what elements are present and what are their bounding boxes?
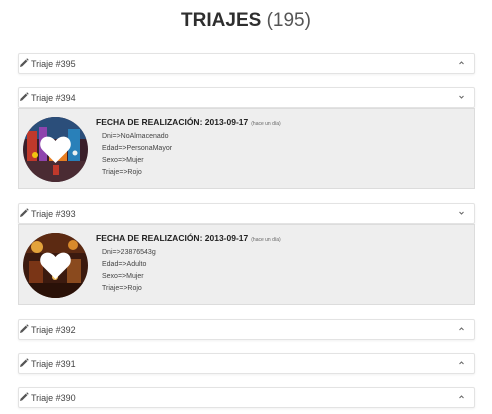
- dni-value: Dni=>23876543g: [102, 249, 156, 256]
- pencil-icon: [20, 92, 29, 101]
- date-text: FECHA DE REALIZACIÓN: 2013-09-17: [96, 233, 249, 243]
- page-title-text: TRIAJES: [181, 10, 262, 31]
- triaje-panel-393-body: FECHA DE REALIZACIÓN: 2013-09-17 (hace un…: [18, 224, 475, 305]
- triaje-label: Triaje #393: [31, 209, 76, 219]
- triaje-label: Triaje #391: [31, 359, 76, 369]
- triaje-count: (195): [266, 10, 311, 31]
- triaje-panel-393-header[interactable]: Triaje #393: [18, 203, 475, 224]
- triaje-panel-394-header[interactable]: Triaje #394: [18, 87, 475, 108]
- pencil-icon: [20, 392, 29, 401]
- date-text: FECHA DE REALIZACIÓN: 2013-09-17: [96, 117, 249, 127]
- pencil-icon: [20, 58, 29, 67]
- chevron-up-icon[interactable]: [458, 325, 465, 333]
- page-title: TRIAJES (195): [0, 10, 492, 32]
- triaje-panel-392-header[interactable]: Triaje #392: [18, 319, 475, 340]
- chevron-up-icon[interactable]: [458, 393, 465, 401]
- edad-value: Edad=>PersonaMayor: [102, 145, 173, 152]
- realization-date: FECHA DE REALIZACIÓN: 2013-09-17 (hace un…: [96, 117, 281, 127]
- edad-value: Edad=>Adulto: [102, 261, 147, 268]
- triaje-label: Triaje #390: [31, 393, 76, 403]
- triaje-label: Triaje #394: [31, 93, 76, 103]
- triaje-label: Triaje #395: [31, 59, 76, 69]
- triaje-panel-395-header[interactable]: Triaje #395: [18, 53, 475, 74]
- chevron-up-icon[interactable]: [458, 359, 465, 367]
- relative-time: (hace un día): [251, 121, 281, 127]
- avatar: [23, 233, 88, 298]
- triaje-panel-394-body: FECHA DE REALIZACIÓN: 2013-09-17 (hace un…: [18, 108, 475, 189]
- chevron-down-icon[interactable]: [458, 209, 465, 217]
- triaje-panel-391-header[interactable]: Triaje #391: [18, 353, 475, 374]
- sexo-value: Sexo=>Mujer: [102, 273, 144, 280]
- pencil-icon: [20, 208, 29, 217]
- chevron-down-icon[interactable]: [458, 93, 465, 101]
- pencil-icon: [20, 324, 29, 333]
- heart-icon: [40, 136, 71, 163]
- sexo-value: Sexo=>Mujer: [102, 157, 144, 164]
- heart-icon: [40, 252, 71, 279]
- triaje-panel-390-header[interactable]: Triaje #390: [18, 387, 475, 408]
- realization-date: FECHA DE REALIZACIÓN: 2013-09-17 (hace un…: [96, 233, 281, 243]
- relative-time: (hace un día): [251, 237, 281, 243]
- pencil-icon: [20, 358, 29, 367]
- triaje-value: Triaje=>Rojo: [102, 285, 142, 292]
- avatar: [23, 117, 88, 182]
- triaje-value: Triaje=>Rojo: [102, 169, 142, 176]
- chevron-up-icon[interactable]: [458, 59, 465, 67]
- triaje-label: Triaje #392: [31, 325, 76, 335]
- dni-value: Dni=>NoAlmacenado: [102, 133, 169, 140]
